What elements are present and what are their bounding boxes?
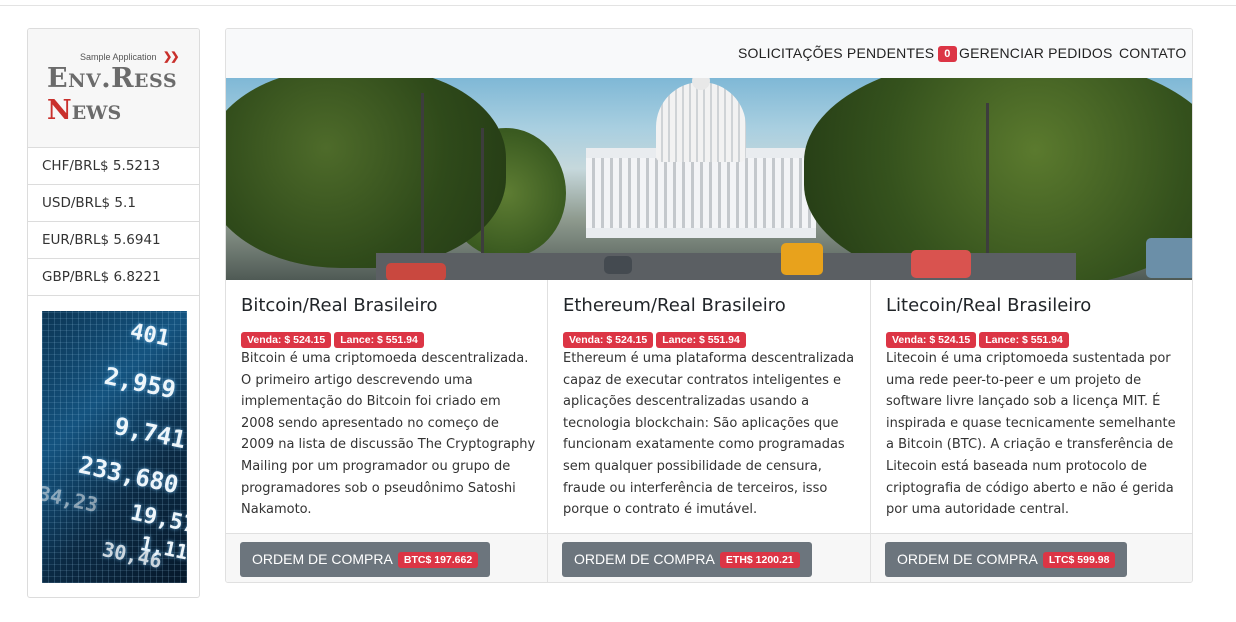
nav-manage-orders[interactable]: GERENCIAR PEDIDOS: [959, 45, 1113, 61]
card-title: Bitcoin/Real Brasileiro: [241, 295, 438, 316]
sell-price-badge: Venda: $ 524.15: [241, 332, 332, 348]
logo-line1: Env.Ress: [47, 63, 178, 94]
nav-pending-requests[interactable]: SOLICITAÇÕES PENDENTES 0: [738, 45, 957, 62]
rate-chf-brl: CHF/BRL$ 5.5213: [28, 148, 199, 185]
sell-price-badge: Venda: $ 524.15: [563, 332, 654, 348]
top-navbar: SOLICITAÇÕES PENDENTES 0 GERENCIAR PEDIDO…: [226, 29, 1192, 78]
rate-eur-brl: EUR/BRL$ 5.6941: [28, 222, 199, 259]
stock-ticker-ad-image: 401 2,959 9,741 233,680 19,57 1,110 30,4…: [42, 311, 187, 583]
rate-usd-brl: USD/BRL$ 5.1: [28, 185, 199, 222]
card-footer: ORDEM DE COMPRA LTC$ 599.98: [871, 533, 1192, 582]
sidebar: Sample Application ❯❯ Env.Ress News CHF/…: [27, 28, 200, 598]
bid-price-badge: Lance: $ 551.94: [656, 332, 746, 348]
nav-contact[interactable]: CONTATO: [1119, 45, 1187, 61]
card-description: Ethereum é uma plataforma descentralizad…: [563, 351, 855, 518]
bid-price-badge: Lance: $ 551.94: [979, 332, 1069, 348]
logo-tagline: Sample Application: [80, 52, 157, 62]
buy-price-badge: LTC$ 599.98: [1042, 552, 1116, 568]
price-badges: Venda: $ 524.15 Lance: $ 551.94: [563, 328, 749, 348]
bid-price-badge: Lance: $ 551.94: [334, 332, 424, 348]
buy-price-badge: BTC$ 197.662: [397, 552, 479, 568]
price-badges: Venda: $ 524.15 Lance: $ 551.94: [886, 328, 1072, 348]
logo-line2: News: [47, 95, 122, 126]
app-logo[interactable]: Sample Application ❯❯ Env.Ress News: [28, 29, 199, 148]
sell-price-badge: Venda: $ 524.15: [886, 332, 977, 348]
buy-order-button[interactable]: ORDEM DE COMPRA BTC$ 197.662: [240, 542, 491, 577]
buy-price-badge: ETH$ 1200.21: [719, 552, 800, 568]
crypto-cards: Bitcoin/Real Brasileiro Venda: $ 524.15 L…: [226, 280, 1192, 582]
main-panel: SOLICITAÇÕES PENDENTES 0 GERENCIAR PEDIDO…: [225, 28, 1193, 583]
card-ethereum: Ethereum/Real Brasileiro Venda: $ 524.15…: [548, 280, 871, 582]
pending-count-badge: 0: [938, 46, 957, 62]
card-footer: ORDEM DE COMPRA ETH$ 1200.21: [548, 533, 870, 582]
top-divider: [0, 5, 1236, 6]
card-title: Litecoin/Real Brasileiro: [886, 295, 1092, 316]
card-footer: ORDEM DE COMPRA BTC$ 197.662: [226, 533, 547, 582]
buy-order-button[interactable]: ORDEM DE COMPRA ETH$ 1200.21: [562, 542, 812, 577]
card-title: Ethereum/Real Brasileiro: [563, 295, 786, 316]
double-chevron-right-icon: ❯❯: [163, 51, 180, 63]
price-badges: Venda: $ 524.15 Lance: $ 551.94: [241, 328, 427, 348]
card-bitcoin: Bitcoin/Real Brasileiro Venda: $ 524.15 L…: [226, 280, 548, 582]
hero-banner-image: [226, 78, 1192, 280]
buy-order-button[interactable]: ORDEM DE COMPRA LTC$ 599.98: [885, 542, 1128, 577]
card-description: Bitcoin é uma criptomoeda descentralizad…: [241, 351, 536, 518]
rate-gbp-brl: GBP/BRL$ 6.8221: [28, 259, 199, 296]
card-description: Litecoin é uma criptomoeda sustentada po…: [886, 351, 1176, 518]
card-litecoin: Litecoin/Real Brasileiro Venda: $ 524.15…: [871, 280, 1192, 582]
